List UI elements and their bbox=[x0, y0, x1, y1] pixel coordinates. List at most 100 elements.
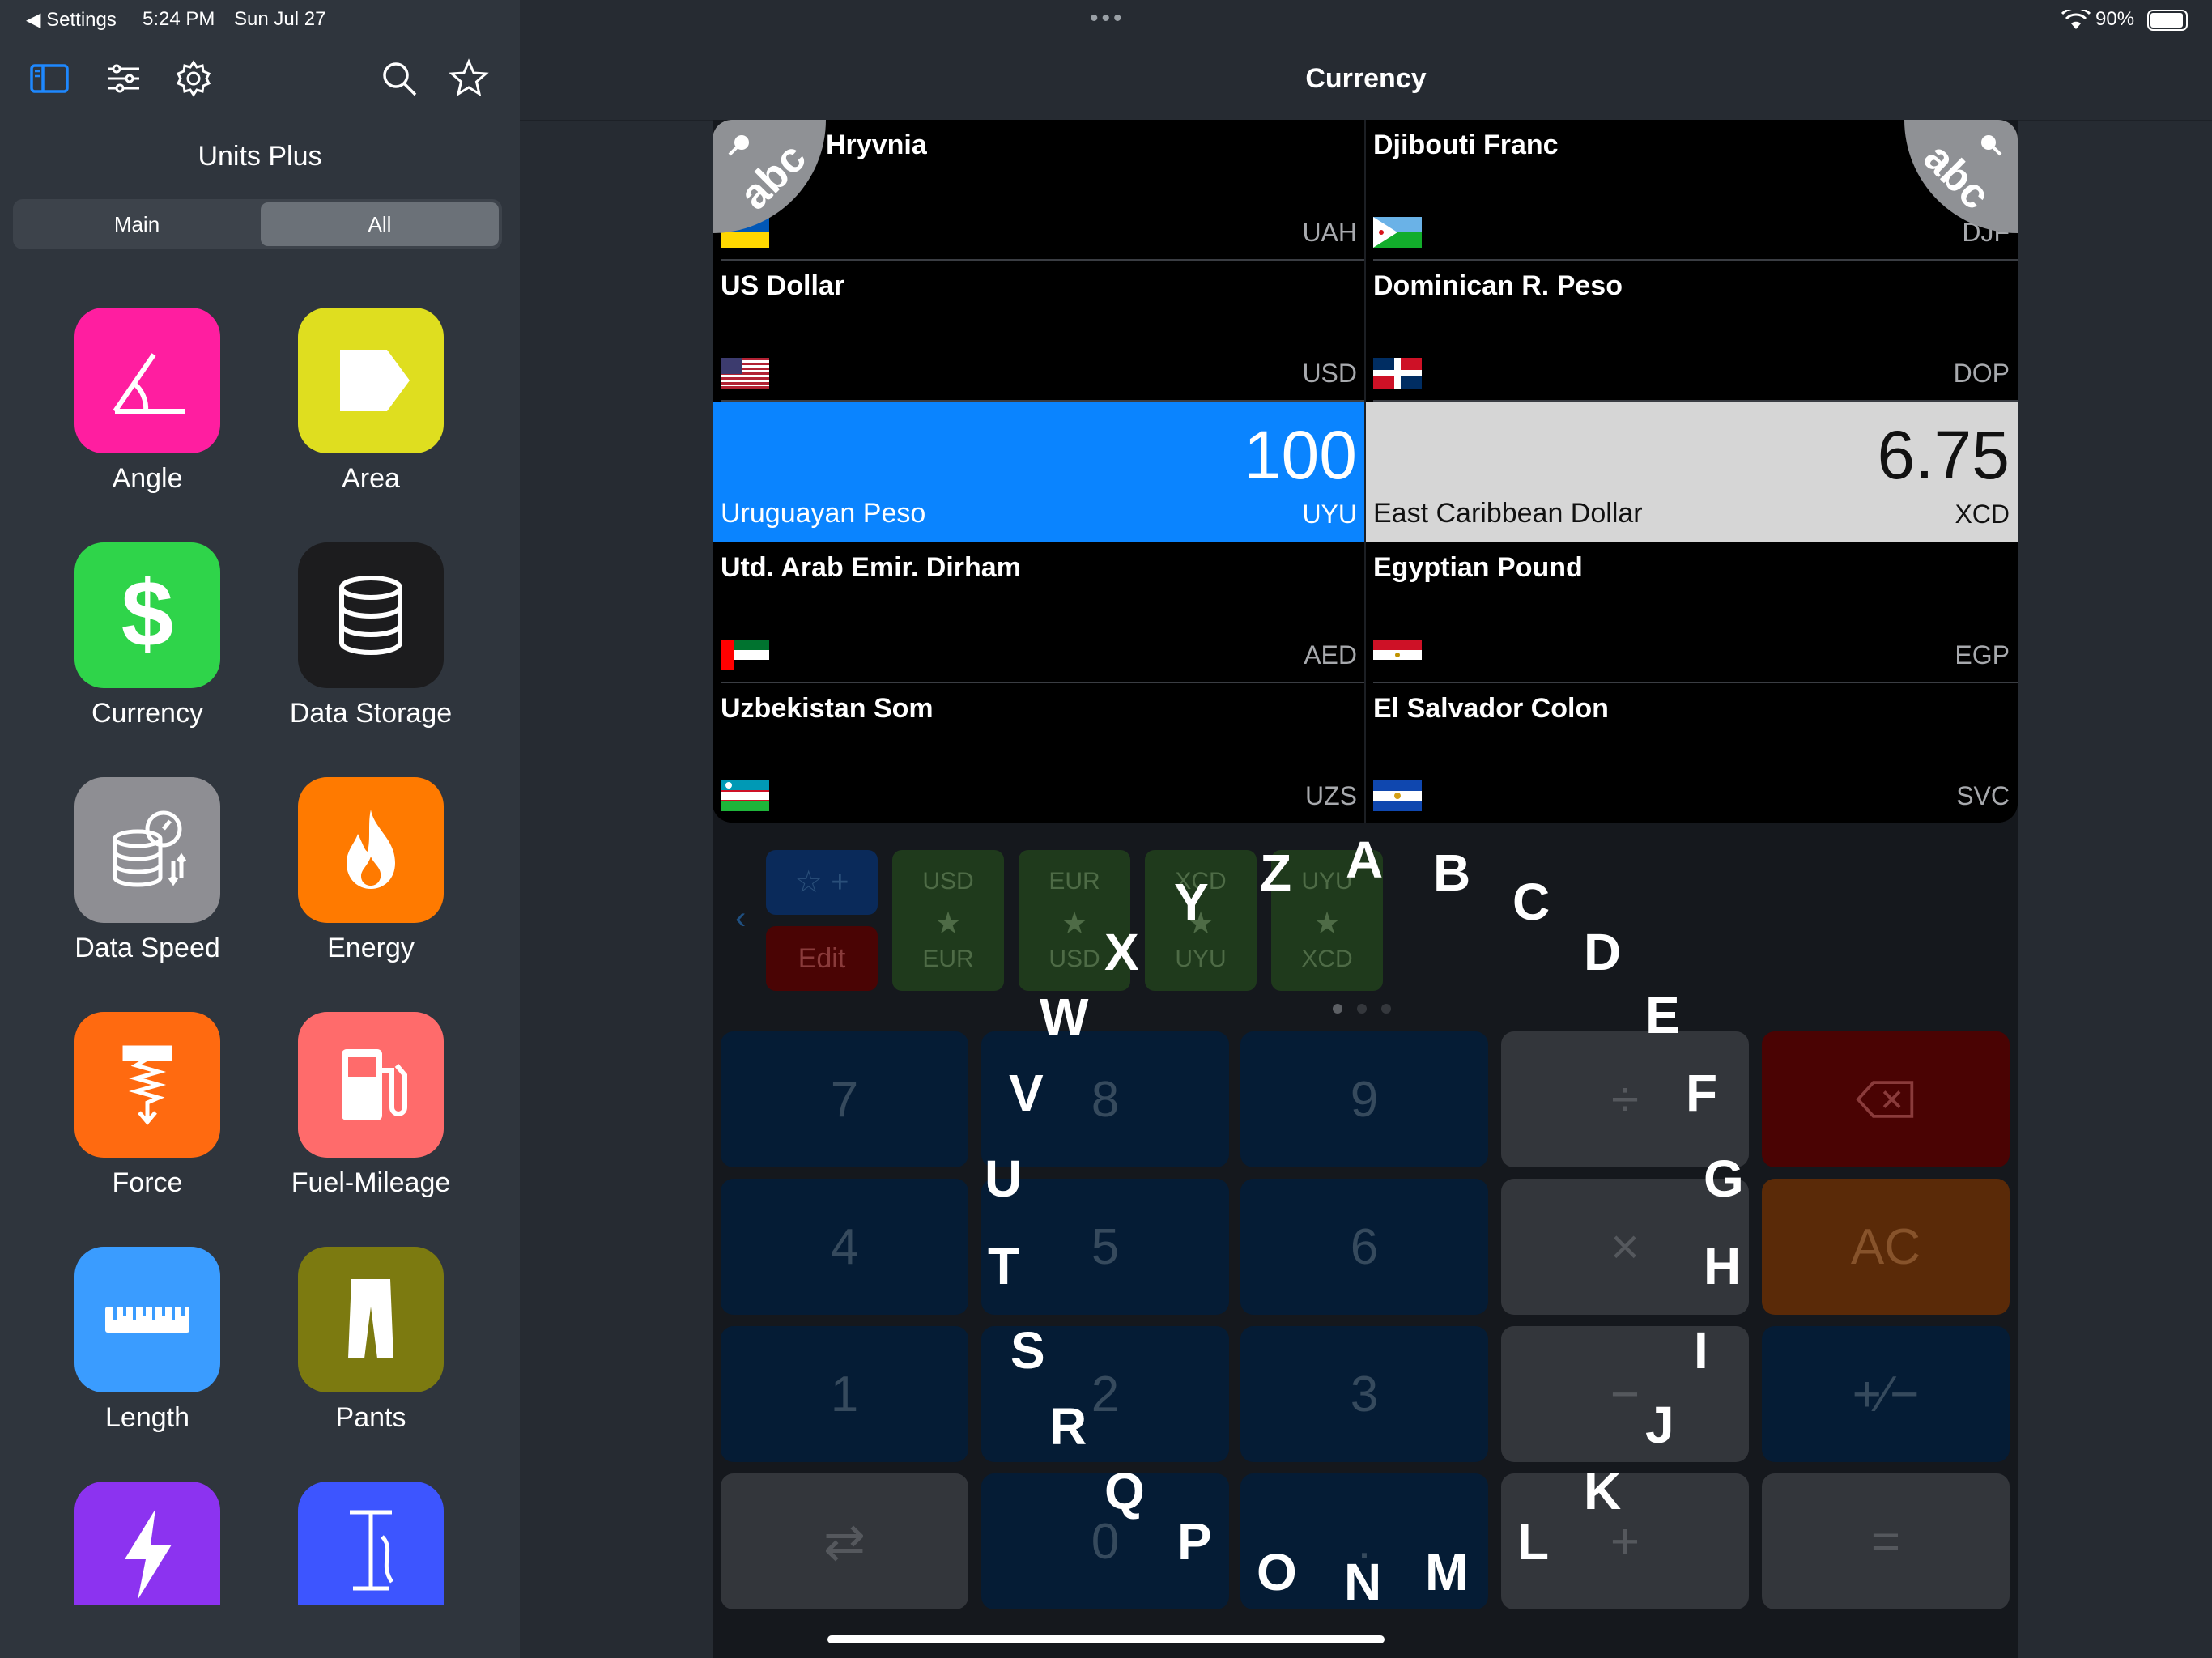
currency-cell-svc[interactable]: El Salvador Colon SVC bbox=[1365, 683, 2018, 823]
app-window: ◀ Settings 5:24 PM Sun Jul 27 Units Plus… bbox=[0, 0, 2212, 1658]
page-dot[interactable] bbox=[1381, 1004, 1391, 1014]
search-icon bbox=[1981, 135, 2002, 156]
battery-percent: 90% bbox=[2095, 8, 2135, 30]
sliders-icon[interactable] bbox=[100, 55, 147, 102]
currency-name: Utd. Arab Emir. Dirham bbox=[721, 552, 1021, 583]
area-icon bbox=[340, 350, 410, 411]
category-fuel-mileage-button[interactable] bbox=[298, 1012, 444, 1158]
flag-icon bbox=[721, 358, 769, 389]
currency-code: SVC bbox=[1956, 781, 2010, 810]
currency-cell-uyu-input[interactable]: 100 Uruguayan Peso UYU bbox=[713, 402, 1365, 542]
key-swap[interactable]: ⇄ bbox=[721, 1473, 968, 1609]
currency-name: Hryvnia bbox=[826, 130, 927, 160]
category-pants-label: Pants bbox=[335, 1402, 406, 1433]
currency-code: DOP bbox=[1953, 359, 2010, 388]
currency-code: EGP bbox=[1955, 640, 2010, 670]
segment-control: Main All bbox=[13, 199, 502, 249]
currency-cell-egp[interactable]: Egyptian Pound EGP bbox=[1365, 542, 2018, 683]
currency-cell-xcd-output[interactable]: 6.75 East Caribbean Dollar XCD bbox=[1365, 402, 2018, 542]
overlay-label-n: N bbox=[1344, 1553, 1382, 1611]
status-date: Sun Jul 27 bbox=[234, 8, 326, 30]
category-currency-button[interactable]: $ bbox=[74, 542, 220, 688]
wifi-icon bbox=[2061, 10, 2091, 29]
overlay-label-g: G bbox=[1704, 1150, 1744, 1208]
key-7[interactable]: 7 bbox=[721, 1031, 968, 1167]
overlay-label-u: U bbox=[985, 1150, 1023, 1208]
pump-icon bbox=[350, 1510, 394, 1591]
currency-cell-dop[interactable]: Dominican R. Peso DOP bbox=[1365, 261, 2018, 402]
key-1[interactable]: 1 bbox=[721, 1326, 968, 1462]
overlay-label-p: P bbox=[1177, 1512, 1212, 1571]
home-indicator[interactable] bbox=[827, 1635, 1385, 1643]
sidebar-title: Units Plus bbox=[198, 141, 322, 172]
chevron-left-icon[interactable]: ‹ bbox=[735, 900, 746, 937]
back-to-settings-link[interactable]: ◀ Settings bbox=[26, 8, 117, 32]
favorite-usd-eur[interactable]: USD ★ EUR bbox=[892, 850, 1004, 991]
category-length-button[interactable] bbox=[74, 1247, 220, 1392]
currency-name: El Salvador Colon bbox=[1373, 693, 1609, 724]
category-area-button[interactable] bbox=[298, 308, 444, 453]
category-pants-button[interactable] bbox=[298, 1247, 444, 1392]
flame-icon bbox=[347, 810, 395, 889]
key-all-clear[interactable]: AC bbox=[1762, 1179, 2010, 1315]
currency-name: Dominican R. Peso bbox=[1373, 270, 1623, 301]
overlay-label-y: Y bbox=[1174, 873, 1209, 931]
flag-icon bbox=[721, 780, 769, 811]
input-value: 100 bbox=[1243, 417, 1357, 493]
ruler-icon bbox=[105, 1307, 189, 1333]
category-energy-label: Energy bbox=[327, 933, 415, 963]
flag-icon bbox=[721, 640, 769, 670]
category-power-button[interactable] bbox=[74, 1482, 220, 1605]
key-4[interactable]: 4 bbox=[721, 1179, 968, 1315]
currency-name: Egyptian Pound bbox=[1373, 552, 1583, 583]
currency-cell-usd[interactable]: US Dollar USD bbox=[713, 261, 1365, 402]
category-data-storage-button[interactable] bbox=[298, 542, 444, 688]
angle-icon bbox=[113, 353, 185, 414]
multitask-dots-icon[interactable]: ••• bbox=[1090, 5, 1125, 32]
key-3[interactable]: 3 bbox=[1240, 1326, 1488, 1462]
category-angle-button[interactable] bbox=[74, 308, 220, 453]
segment-all[interactable]: All bbox=[261, 202, 499, 246]
overlay-label-i: I bbox=[1694, 1321, 1708, 1380]
flag-icon bbox=[1373, 217, 1422, 248]
segment-main[interactable]: Main bbox=[16, 202, 257, 246]
overlay-label-h: H bbox=[1704, 1237, 1742, 1295]
page-title: Currency bbox=[1305, 63, 1427, 94]
category-data-speed-button[interactable] bbox=[74, 777, 220, 923]
overlay-label-z: Z bbox=[1260, 844, 1292, 902]
gear-icon[interactable] bbox=[170, 55, 217, 102]
currency-name: US Dollar bbox=[721, 270, 845, 301]
page-dot[interactable] bbox=[1357, 1004, 1367, 1014]
overlay-label-d: D bbox=[1584, 923, 1622, 981]
currency-cell-aed[interactable]: Utd. Arab Emir. Dirham AED bbox=[713, 542, 1365, 683]
category-data-speed-label: Data Speed bbox=[74, 933, 220, 963]
overlay-label-w: W bbox=[1040, 988, 1089, 1046]
flag-icon bbox=[1373, 640, 1422, 670]
star-icon[interactable] bbox=[445, 55, 492, 102]
favorite-from: USD bbox=[922, 868, 974, 895]
key-9[interactable]: 9 bbox=[1240, 1031, 1488, 1167]
page-dot-active[interactable] bbox=[1333, 1004, 1342, 1014]
key-backspace[interactable] bbox=[1762, 1031, 2010, 1167]
overlay-label-j: J bbox=[1645, 1396, 1674, 1454]
search-icon[interactable] bbox=[376, 55, 423, 102]
add-favorite-button[interactable]: ☆ + bbox=[766, 850, 878, 915]
key-equals[interactable]: = bbox=[1762, 1473, 2010, 1609]
fuel-pump-icon bbox=[342, 1049, 407, 1120]
currency-cell-uzs[interactable]: Uzbekistan Som UZS bbox=[713, 683, 1365, 823]
sidebar-toggle-icon[interactable] bbox=[26, 55, 73, 102]
category-pressure-button[interactable] bbox=[298, 1482, 444, 1605]
category-force-button[interactable] bbox=[74, 1012, 220, 1158]
key-subtract[interactable]: − bbox=[1501, 1326, 1749, 1462]
key-6[interactable]: 6 bbox=[1240, 1179, 1488, 1315]
lightning-icon bbox=[125, 1509, 172, 1600]
category-energy-button[interactable] bbox=[298, 777, 444, 923]
overlay-label-f: F bbox=[1686, 1064, 1718, 1122]
currency-list: Hryvnia UAH Djibouti Franc DJF US Dollar… bbox=[713, 120, 2018, 823]
key-plus-minus[interactable]: +⁄− bbox=[1762, 1326, 2010, 1462]
dollar-icon: $ bbox=[121, 565, 174, 665]
category-force-label: Force bbox=[112, 1167, 183, 1198]
search-icon bbox=[728, 135, 749, 156]
overlay-label-l: L bbox=[1517, 1512, 1550, 1571]
edit-favorites-button[interactable]: Edit bbox=[766, 926, 878, 991]
